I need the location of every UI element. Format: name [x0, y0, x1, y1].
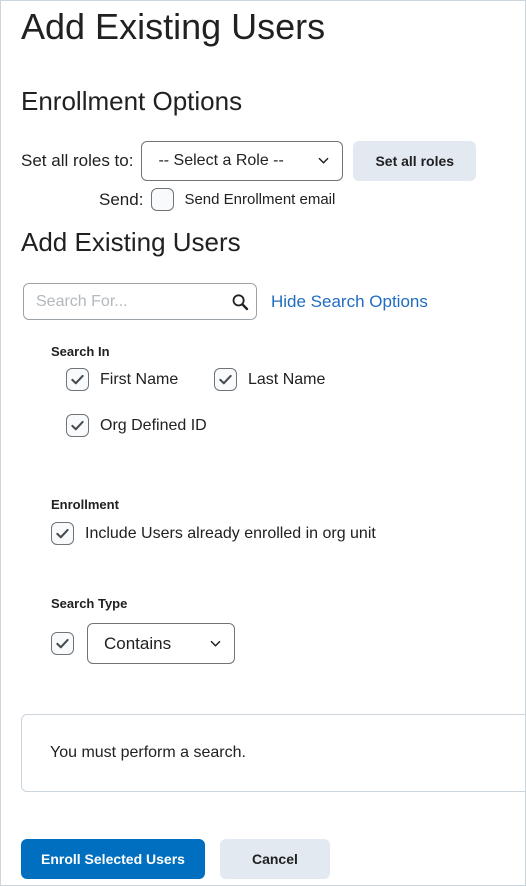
search-in-label: Search In	[51, 344, 110, 359]
search-type-row: Contains	[51, 623, 235, 664]
org-defined-id-label: Org Defined ID	[100, 416, 207, 434]
search-row: Hide Search Options	[23, 283, 428, 320]
search-in-first-name-row: First Name	[66, 368, 178, 391]
search-in-last-name-row: Last Name	[214, 368, 325, 391]
include-enrolled-users-label: Include Users already enrolled in org un…	[85, 524, 376, 542]
set-all-roles-button[interactable]: Set all roles	[353, 141, 477, 181]
results-message-box: You must perform a search.	[21, 714, 525, 792]
dialog-frame: Add Existing Users Enrollment Options Se…	[0, 0, 526, 886]
set-all-roles-label: Set all roles to:	[21, 151, 134, 170]
search-input-wrap	[23, 283, 257, 320]
cancel-button[interactable]: Cancel	[219, 839, 330, 879]
include-enrolled-users-checkbox[interactable]	[51, 522, 74, 545]
include-enrolled-users-row: Include Users already enrolled in org un…	[51, 522, 376, 545]
search-type-select-value: Contains	[104, 633, 172, 653]
role-select-value: -- Select a Role --	[158, 152, 284, 169]
role-select[interactable]: -- Select a Role --	[141, 141, 344, 181]
last-name-label: Last Name	[248, 370, 326, 388]
search-input[interactable]	[24, 284, 256, 319]
send-enrollment-email-label: Send Enrollment email	[184, 191, 336, 208]
send-email-row: Send: Send Enrollment email	[99, 188, 335, 211]
search-icon[interactable]	[230, 292, 250, 312]
chevron-down-icon	[210, 638, 221, 649]
first-name-checkbox[interactable]	[66, 368, 89, 391]
enrollment-options-heading: Enrollment Options	[21, 86, 243, 116]
footer-actions: Enroll Selected Users Cancel	[21, 839, 330, 879]
results-message: You must perform a search.	[50, 744, 246, 761]
send-enrollment-email-checkbox[interactable]	[151, 188, 175, 211]
hide-search-options-link[interactable]: Hide Search Options	[271, 292, 428, 312]
first-name-label: First Name	[100, 370, 179, 388]
page-title: Add Existing Users	[21, 6, 326, 47]
search-type-label: Search Type	[51, 596, 128, 611]
last-name-checkbox[interactable]	[214, 368, 237, 391]
org-defined-id-checkbox[interactable]	[66, 414, 89, 437]
search-type-checkbox[interactable]	[51, 632, 74, 655]
enroll-selected-users-button[interactable]: Enroll Selected Users	[21, 839, 205, 879]
add-existing-users-heading: Add Existing Users	[21, 227, 241, 257]
send-label: Send:	[99, 189, 144, 209]
search-in-org-defined-id-row: Org Defined ID	[66, 414, 207, 437]
set-all-roles-row: Set all roles to: -- Select a Role -- Se…	[21, 141, 477, 181]
chevron-down-icon	[318, 155, 329, 166]
enrollment-group-label: Enrollment	[51, 497, 119, 512]
search-type-select[interactable]: Contains	[87, 623, 235, 664]
